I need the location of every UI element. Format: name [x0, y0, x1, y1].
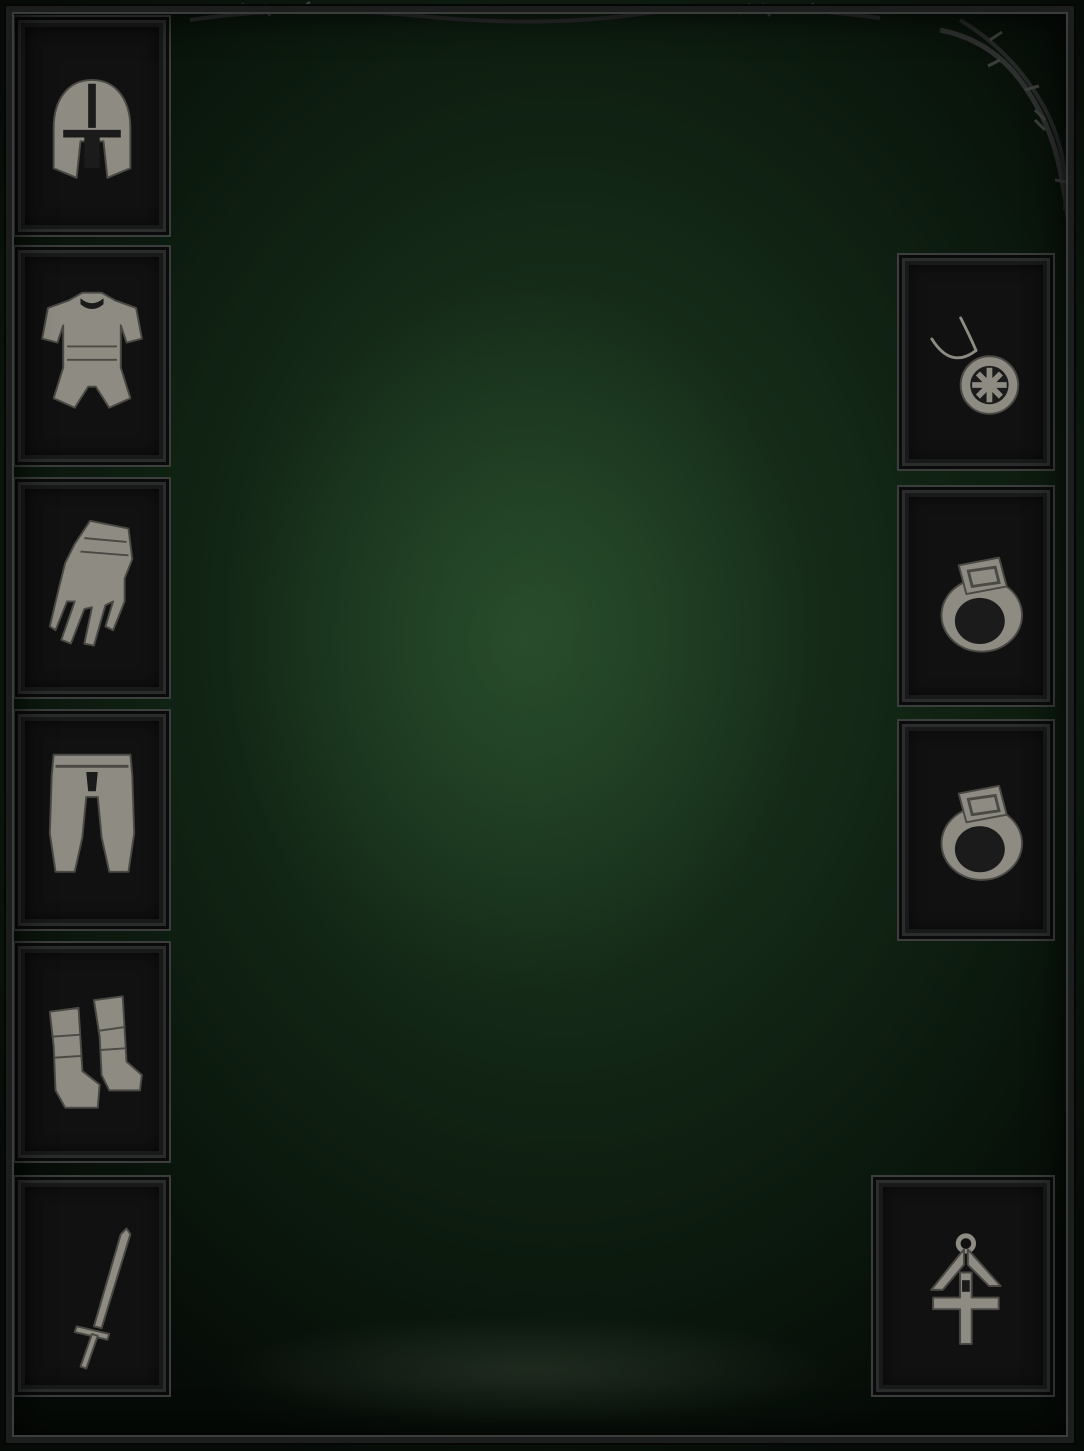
thorn-corner-decoration [939, 18, 1073, 241]
gauntlet-icon [48, 519, 134, 647]
slot-main-hand[interactable] [18, 1180, 166, 1392]
slot-ring-1[interactable] [902, 490, 1050, 702]
boots-icon [48, 995, 143, 1109]
floor-texture [150, 1300, 910, 1440]
ring-icon [940, 556, 1024, 653]
slot-chest[interactable] [18, 250, 166, 462]
ring-icon [940, 784, 1024, 881]
slot-gloves[interactable] [18, 482, 166, 694]
totem-icon [930, 1233, 1002, 1345]
slot-boots[interactable] [18, 946, 166, 1158]
pants-icon [48, 753, 136, 873]
slot-amulet[interactable] [902, 258, 1050, 466]
sword-icon [73, 1227, 132, 1370]
equipment-panel [0, 0, 1084, 1451]
slot-helm[interactable] [18, 20, 166, 232]
slot-off-hand[interactable] [876, 1180, 1050, 1392]
helmet-icon [52, 78, 132, 179]
chest-armor-icon [41, 291, 143, 409]
amulet-icon [930, 316, 1020, 415]
slot-pants[interactable] [18, 714, 166, 926]
slot-ring-2[interactable] [902, 724, 1050, 936]
